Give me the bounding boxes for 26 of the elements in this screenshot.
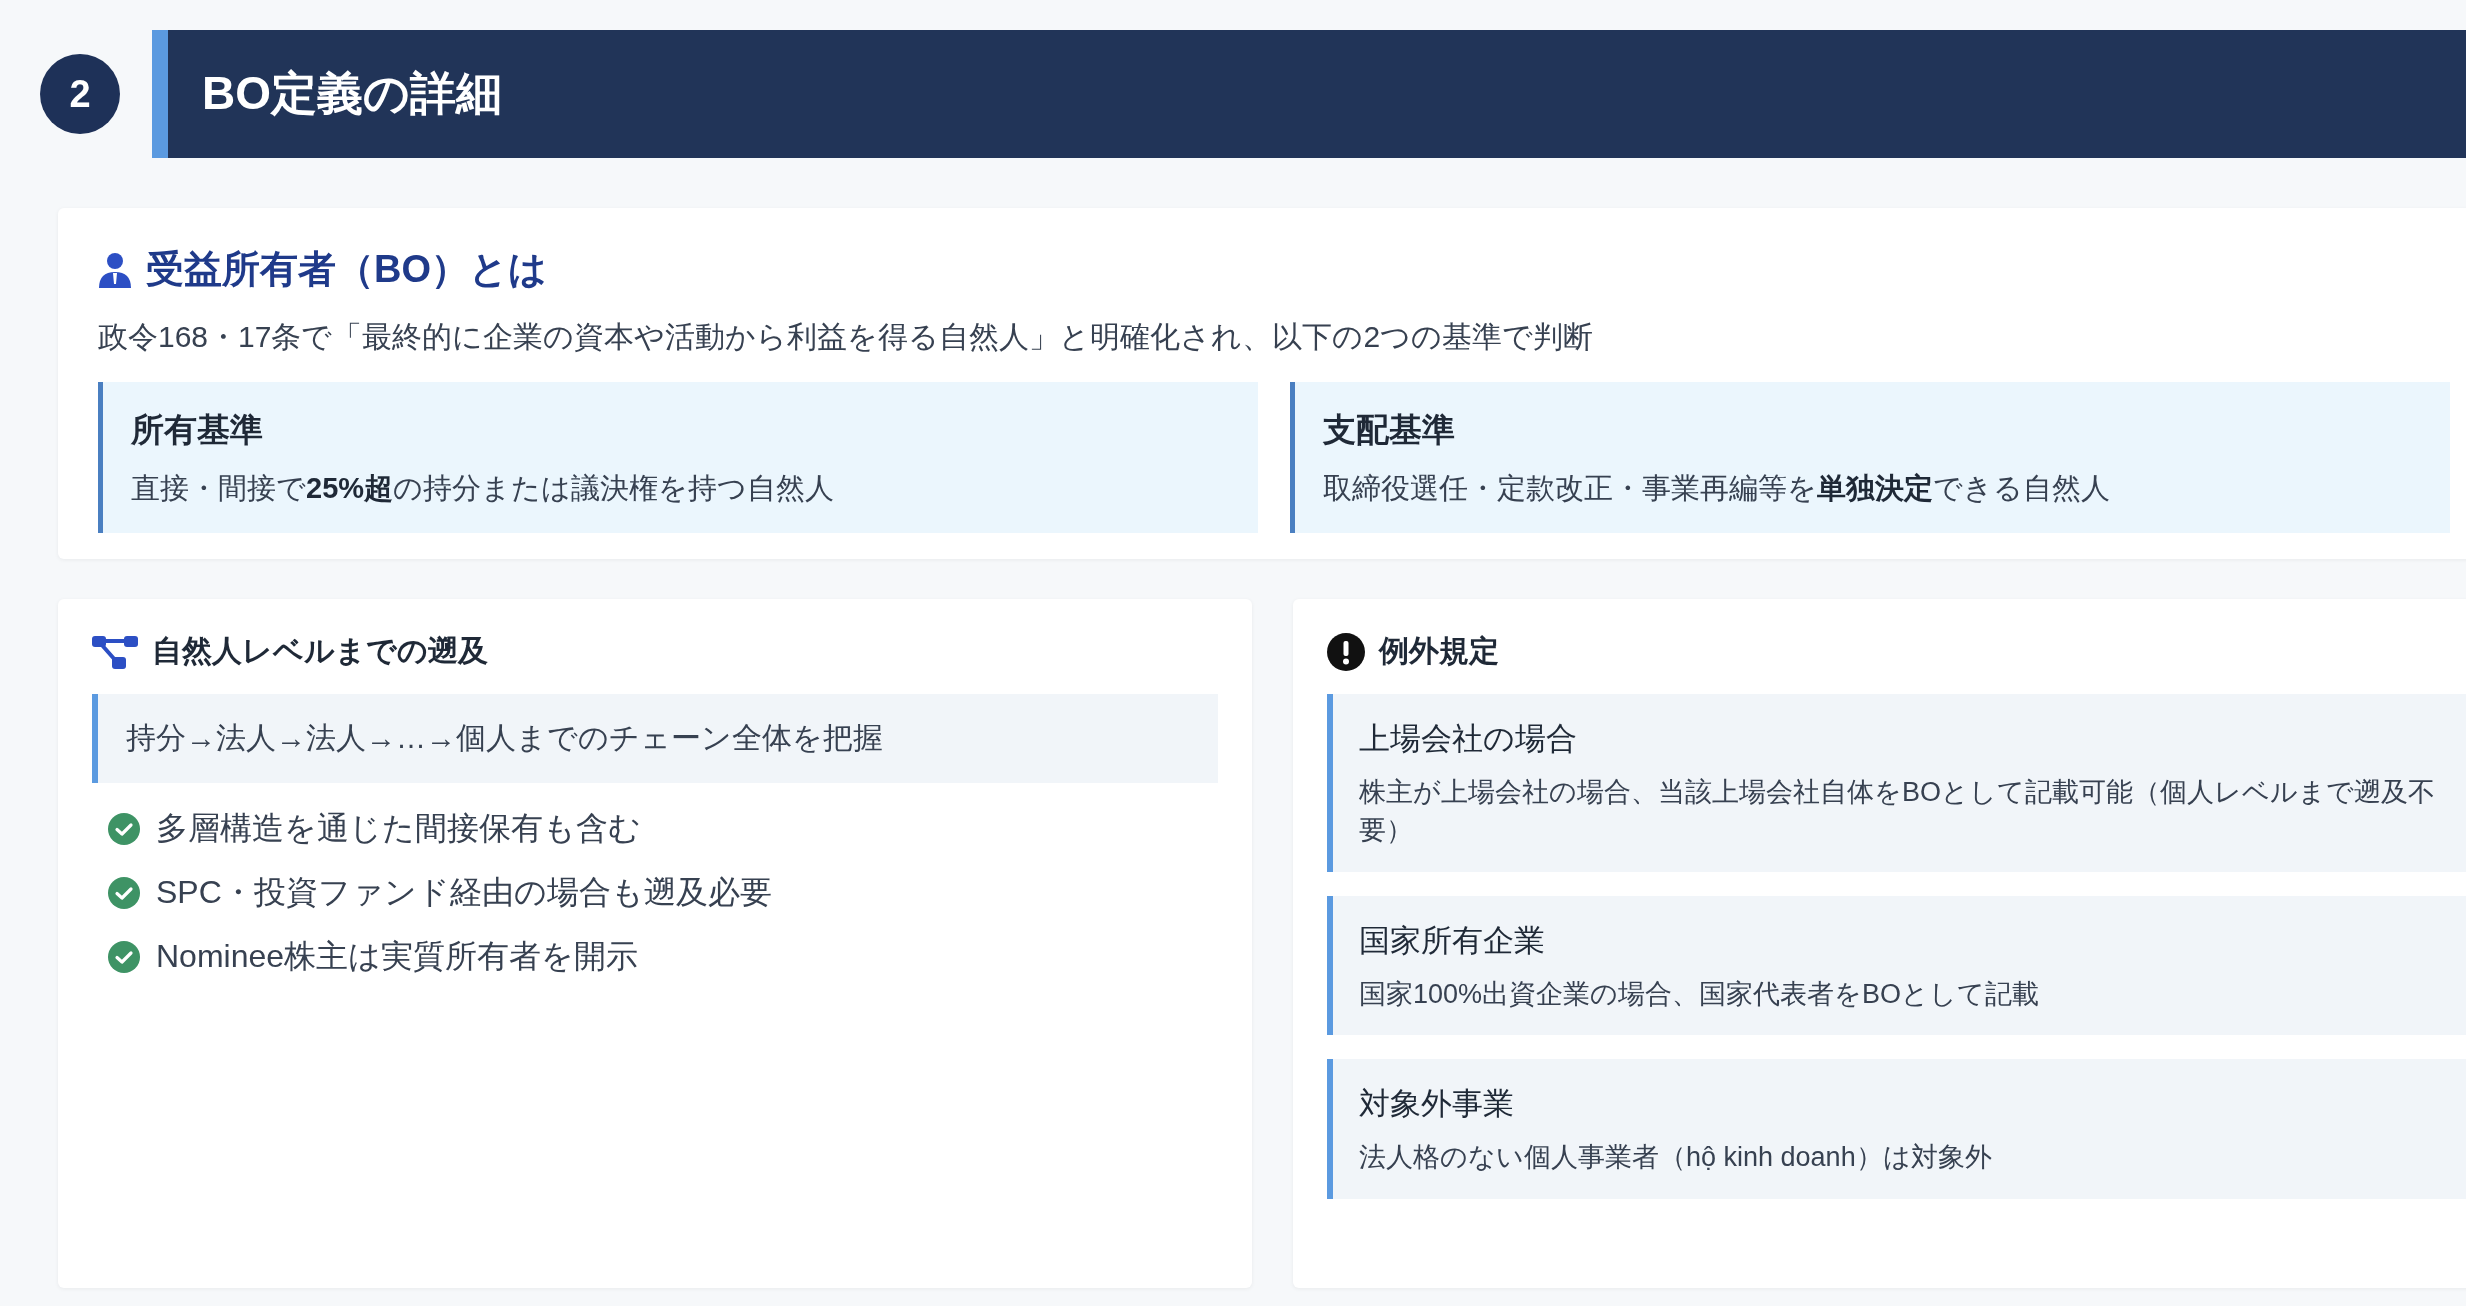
exception-text: 法人格のない個人事業者（hộ kinh doanh）は対象外: [1359, 1141, 1993, 1175]
tracing-title: 自然人レベルまでの遡及: [152, 633, 488, 669]
check-circle-icon: [108, 877, 140, 909]
criterion-text: 直接・間接で25%超の持分または議決権を持つ自然人: [131, 471, 836, 506]
exclamation-icon: [1327, 632, 1365, 671]
point-text: Nominee株主は実質所有者を開示: [156, 937, 639, 976]
person-icon: [98, 251, 132, 288]
exception-title: 対象外事業: [1359, 1085, 1515, 1124]
section-number-badge: 2: [40, 54, 120, 134]
hierarchy-icon: [92, 633, 138, 670]
chain-callout: 持分→法人→法人→…→個人までのチェーン全体を把握: [92, 694, 1218, 783]
exception-text: 国家100%出資企業の場合、国家代表者をBOとして記載: [1359, 977, 2041, 1011]
check-circle-icon: [108, 941, 140, 973]
point-text: 多層構造を通じた間接保有も含む: [156, 809, 641, 848]
check-circle-icon: [108, 813, 140, 845]
exceptions-title: 例外規定: [1379, 633, 1499, 669]
definition-description: 政令168・17条で「最終的に企業の資本や活動から利益を得る自然人」と明確化され、以下の2つの基準で判断: [98, 319, 1595, 355]
exception-title: 上場会社の場合: [1359, 720, 1578, 758]
definition-title: 受益所有者（BO）とは: [146, 247, 547, 292]
exception-title: 国家所有企業: [1359, 921, 1546, 960]
section-title-bar: BO定義の詳細: [152, 30, 2466, 158]
exception-text: 株主が上場会社の場合、当該上場会社自体をBOとして記載可能（個人レベルまで遡及不要）: [1359, 776, 2436, 847]
criterion-text: 取締役選任・定款改正・事業再編等を単独決定できる自然人: [1323, 471, 2111, 506]
criterion-title: 支配基準: [1323, 410, 1456, 450]
criterion-title: 所有基準: [131, 410, 264, 450]
point-text: SPC・投資ファンド経由の場合も遡及必要: [156, 873, 772, 912]
